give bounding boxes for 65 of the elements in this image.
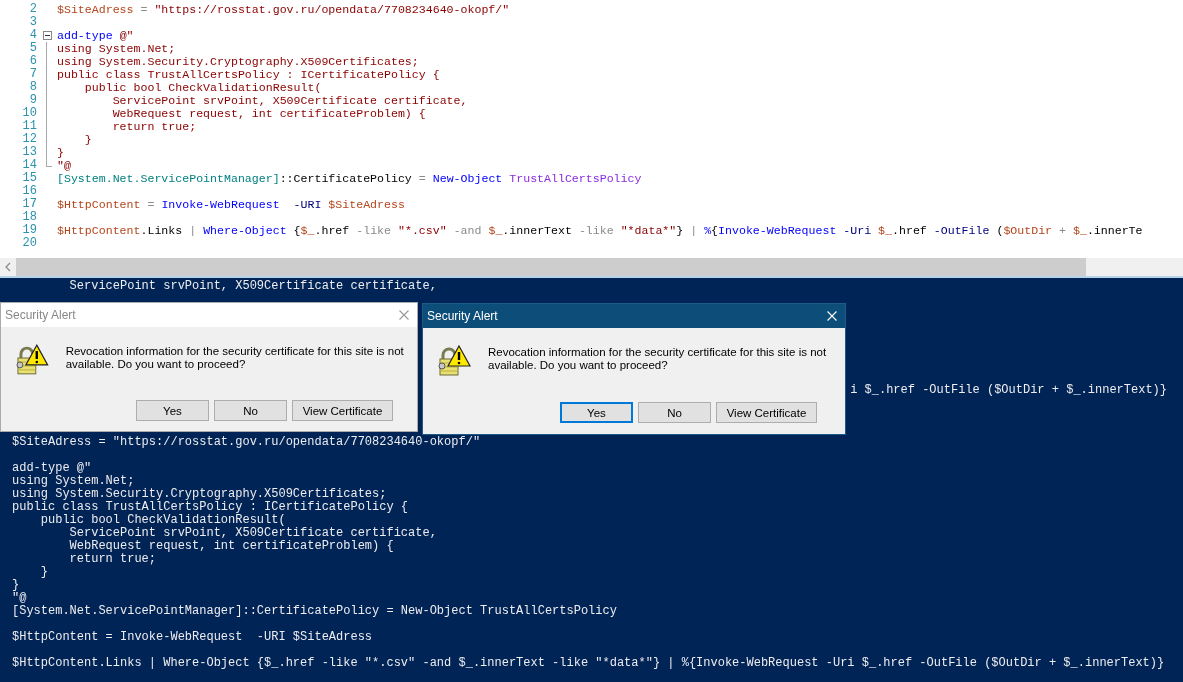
- code-line: }: [57, 146, 64, 159]
- code-line: "@: [57, 159, 71, 172]
- line-number: 4: [28, 29, 37, 42]
- line-number: 9: [28, 94, 37, 107]
- dialog-button[interactable]: Yes: [560, 402, 633, 423]
- console-line: }: [39, 565, 48, 579]
- console-line: ServicePoint srvPoint, X509Certificate certificate,: [68, 526, 437, 540]
- dialog-button[interactable]: View Certificate: [716, 402, 817, 423]
- code-line: $HttpContent = Invoke-WebRequest -URI $SiteAdress: [57, 198, 405, 211]
- line-number: 2: [28, 3, 37, 16]
- dialog-button[interactable]: View Certificate: [292, 400, 393, 421]
- console-line: $HttpContent = Invoke-WebRequest -URI $SiteAdress: [12, 630, 373, 644]
- lock-warning-icon: [15, 343, 49, 377]
- alert-message: Revocation information for the security certificate for this site is not available. Do you want to proceed?: [65, 345, 405, 371]
- line-number: 8: [28, 81, 37, 94]
- console-line: $HttpContent.Links | Where-Object {$_.href -like "*.csv" -and $_.innerText -like "*data*"} | %{Invoke-WebRequest -Uri $_.href -OutFile ($OutDir + $_.innerText)}: [12, 656, 1165, 670]
- dialog-button[interactable]: No: [638, 402, 711, 423]
- dialog-title: Security Alert: [5, 308, 76, 322]
- console-line: public class TrustAllCertsPolicy : ICertificatePolicy {: [12, 500, 409, 514]
- line-number: 11: [21, 120, 37, 133]
- code-line: return true;: [111, 120, 197, 133]
- console-line: add-type @": [12, 461, 92, 475]
- line-number: 12: [21, 133, 37, 146]
- console-line: ServicePoint srvPoint, X509Certificate certificate,: [68, 279, 437, 293]
- console-line: }: [12, 578, 20, 592]
- dialog-title: Security Alert: [427, 309, 498, 323]
- line-number: 20: [21, 237, 37, 250]
- line-number: 3: [28, 16, 37, 29]
- dialog-button[interactable]: Yes: [136, 400, 209, 421]
- console-line: i $_.href -OutFile ($OutDir + $_.innerText)}: [850, 383, 1167, 397]
- console-line: return true;: [68, 552, 157, 566]
- line-number: 14: [21, 159, 37, 172]
- console-line: [System.Net.ServicePointManager]::CertificatePolicy = New-Object TrustAllCertsPolicy: [12, 604, 617, 618]
- code-line: ServicePoint srvPoint, X509Certificate certificate,: [111, 94, 468, 107]
- console-line: using System.Net;: [12, 474, 135, 488]
- code-line: public bool CheckValidationResult(: [83, 81, 322, 94]
- line-number: 6: [28, 55, 37, 68]
- code-line: public class TrustAllCertsPolicy : ICertificatePolicy {: [57, 68, 440, 81]
- line-number: 18: [21, 211, 37, 224]
- code-line: }: [83, 133, 92, 146]
- line-number: 5: [28, 42, 37, 55]
- console-line: WebRequest request, int certificateProblem) {: [68, 539, 394, 553]
- line-number: 17: [21, 198, 37, 211]
- code-line: add-type @": [57, 29, 134, 42]
- alert-message: Revocation information for the security certificate for this site is not available. Do you want to proceed?: [488, 346, 828, 372]
- scroll-left-icon[interactable]: [4, 262, 12, 272]
- dialog-button[interactable]: No: [214, 400, 287, 421]
- line-number: 16: [21, 185, 37, 198]
- lock-warning-icon: [437, 344, 471, 378]
- code-line: $HttpContent.Links | Where-Object {$_.href -like "*.csv" -and $_.innerText -like "*data*"} | %{Invoke-WebRequest -Uri $_.href -OutFile ($OutDir + $_.innerTe: [57, 224, 1143, 237]
- code-line: [System.Net.ServicePointManager]::CertificatePolicy = New-Object TrustAllCertsPolicy: [57, 172, 642, 185]
- code-line: using System.Net;: [57, 42, 176, 55]
- console-line: using System.Security.Cryptography.X509Certificates;: [12, 487, 387, 501]
- code-line: WebRequest request, int certificateProblem) {: [111, 107, 426, 120]
- collapse-icon[interactable]: [42, 31, 52, 40]
- line-number: 15: [21, 172, 37, 185]
- console-line: "@: [12, 591, 27, 605]
- code-line: $SiteAdress = "https://rosstat.gov.ru/opendata/7708234640-okopf/": [57, 3, 510, 16]
- code-line: using System.Security.Cryptography.X509Certificates;: [57, 55, 419, 68]
- line-number: 13: [21, 146, 37, 159]
- line-number: 19: [21, 224, 37, 237]
- line-number: 7: [28, 68, 37, 81]
- line-number: 10: [21, 107, 37, 120]
- console-line: public bool CheckValidationResult(: [39, 513, 286, 527]
- console-line: $SiteAdress = "https://rosstat.gov.ru/opendata/7708234640-okopf/": [12, 435, 481, 449]
